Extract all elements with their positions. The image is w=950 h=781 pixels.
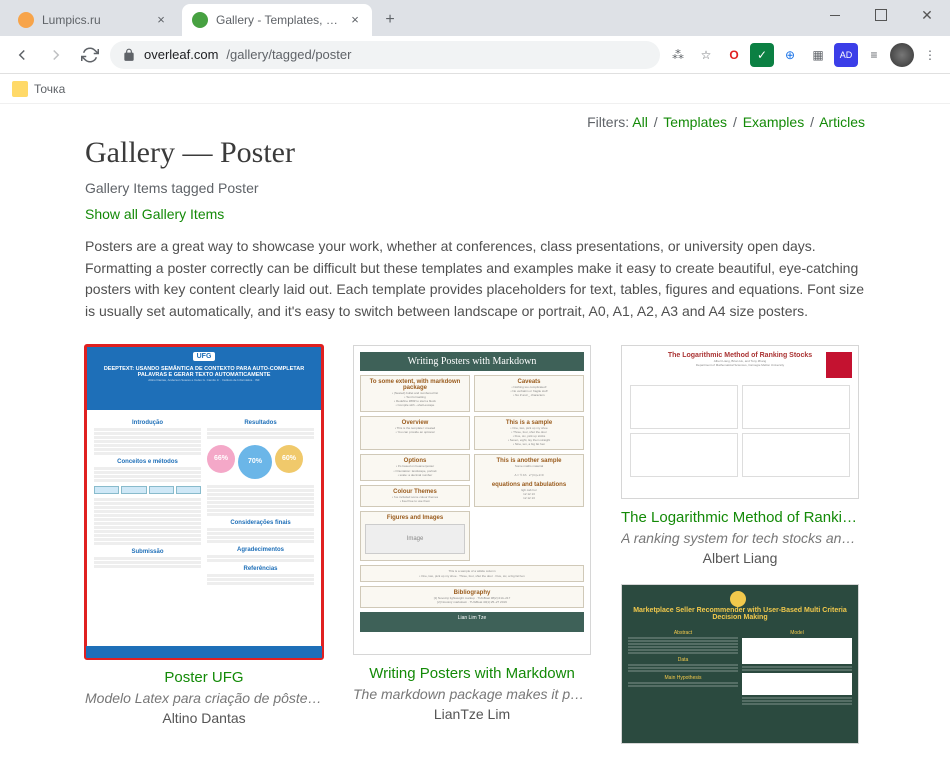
poster-title: Writing Posters with Markdown: [360, 352, 584, 371]
page-description: Posters are a great way to showcase your…: [85, 236, 865, 323]
filter-link[interactable]: All: [632, 114, 648, 130]
page-viewport[interactable]: Filters: All / Templates / Examples / Ar…: [0, 104, 950, 781]
window-controls: [812, 0, 950, 30]
card-thumbnail[interactable]: Writing Posters with Markdown To some ex…: [353, 345, 591, 655]
browser-titlebar: Lumpics.ru × Gallery - Templates, Exampl…: [0, 0, 950, 36]
page-content: Filters: All / Templates / Examples / Ar…: [65, 104, 885, 781]
filters-row: Filters: All / Templates / Examples / Ar…: [85, 114, 865, 130]
tab-title: Gallery - Templates, Examples an: [216, 13, 342, 27]
card-title[interactable]: The Logarithmic Method of Ranking St...: [621, 509, 859, 526]
card-title[interactable]: Poster UFG: [85, 669, 323, 686]
card-thumbnail[interactable]: UFG DEEPTEXT: USANDO SEMÂNTICA DE CONTEX…: [85, 345, 323, 659]
gallery-card[interactable]: Marketplace Seller Recommender with User…: [621, 584, 859, 744]
favicon: [18, 12, 34, 28]
favicon: [192, 12, 208, 28]
gallery-card[interactable]: The Logarithmic Method of Ranking Stocks…: [621, 345, 859, 566]
url-box[interactable]: overleaf.com/gallery/tagged/poster: [110, 41, 660, 69]
close-icon[interactable]: ×: [154, 13, 168, 27]
url-domain: overleaf.com: [144, 47, 218, 62]
page-subtitle: Gallery Items tagged Poster: [85, 180, 865, 196]
card-subtitle: Modelo Latex para criação de pôstere...: [85, 690, 323, 706]
filter-link[interactable]: Examples: [743, 114, 804, 130]
forward-button[interactable]: [42, 41, 70, 69]
card-author: Altino Dantas: [85, 710, 323, 726]
tab-title: Lumpics.ru: [42, 13, 148, 27]
gallery-card[interactable]: UFG DEEPTEXT: USANDO SEMÂNTICA DE CONTEX…: [85, 345, 323, 744]
poster-title: Marketplace Seller Recommender with User…: [628, 607, 852, 621]
bookmark-item[interactable]: Точка: [34, 82, 65, 96]
university-logo: [826, 352, 852, 378]
maximize-button[interactable]: [858, 0, 904, 30]
extension-icon[interactable]: ✓: [750, 43, 774, 67]
poster-title: The Logarithmic Method of Ranking Stocks: [630, 352, 850, 359]
card-author: LianTze Lim: [353, 706, 591, 722]
extension-icon[interactable]: O: [722, 43, 746, 67]
minimize-button[interactable]: [812, 0, 858, 30]
filters-label: Filters:: [587, 114, 629, 130]
card-thumbnail[interactable]: The Logarithmic Method of Ranking Stocks…: [621, 345, 859, 499]
filter-link[interactable]: Articles: [819, 114, 865, 130]
translate-icon[interactable]: ⁂: [666, 43, 690, 67]
card-thumbnail[interactable]: Marketplace Seller Recommender with User…: [621, 584, 859, 744]
folder-icon: [12, 81, 28, 97]
card-title[interactable]: Writing Posters with Markdown: [353, 665, 591, 682]
gallery-card[interactable]: Writing Posters with Markdown To some ex…: [353, 345, 591, 744]
card-subtitle: A ranking system for tech stocks and ...: [621, 530, 859, 546]
url-path: /gallery/tagged/poster: [226, 47, 351, 62]
poster-logo: UFG: [193, 352, 216, 361]
card-author: Albert Liang: [621, 550, 859, 566]
extension-icon[interactable]: AD: [834, 43, 858, 67]
extension-icon[interactable]: ≡: [862, 43, 886, 67]
gallery-grid: UFG DEEPTEXT: USANDO SEMÂNTICA DE CONTEX…: [85, 345, 865, 744]
show-all-link[interactable]: Show all Gallery Items: [85, 206, 224, 222]
close-icon[interactable]: ×: [348, 13, 362, 27]
close-window-button[interactable]: [904, 0, 950, 30]
extension-icons: ⁂ ☆ O ✓ ⊕ ▦ AD ≡ ⋮: [666, 43, 942, 67]
lock-icon: [122, 48, 136, 62]
extension-icon[interactable]: ⊕: [778, 43, 802, 67]
browser-tab[interactable]: Gallery - Templates, Examples an ×: [182, 4, 372, 36]
browser-tab[interactable]: Lumpics.ru ×: [8, 4, 178, 36]
profile-avatar[interactable]: [890, 43, 914, 67]
poster-title: DEEPTEXT: USANDO SEMÂNTICA DE CONTEXTO P…: [92, 366, 316, 378]
extension-icon[interactable]: ▦: [806, 43, 830, 67]
new-tab-button[interactable]: +: [376, 6, 404, 34]
filter-link[interactable]: Templates: [663, 114, 727, 130]
card-subtitle: The markdown package makes it possi...: [353, 686, 591, 702]
reload-button[interactable]: [76, 41, 104, 69]
page-title: Gallery — Poster: [85, 136, 865, 170]
bookmarks-bar: Точка: [0, 74, 950, 104]
back-button[interactable]: [8, 41, 36, 69]
star-icon[interactable]: ☆: [694, 43, 718, 67]
menu-button[interactable]: ⋮: [918, 43, 942, 67]
address-bar: overleaf.com/gallery/tagged/poster ⁂ ☆ O…: [0, 36, 950, 74]
